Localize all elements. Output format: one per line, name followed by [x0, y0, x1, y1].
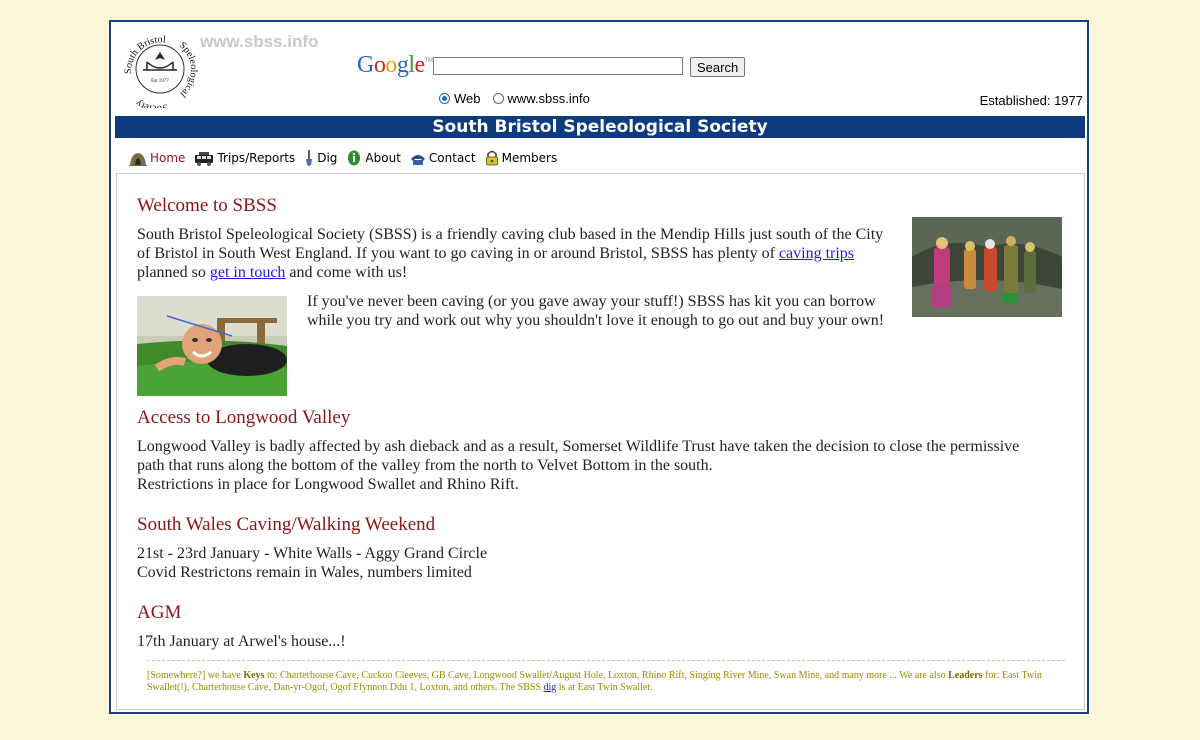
nav-dig-label: Dig	[317, 151, 338, 165]
padlock-icon	[485, 150, 498, 166]
nav-about-label: About	[365, 151, 401, 165]
radio-web[interactable]	[439, 93, 450, 104]
nav-members-label: Members	[501, 151, 558, 165]
google-logo: GoogleTM	[357, 52, 433, 78]
nav-home-label: Home	[150, 151, 186, 165]
welcome-heading: Welcome to SBSS	[137, 195, 277, 216]
longwood-line-2: Restrictions in place for Longwood Swall…	[137, 476, 519, 493]
svg-text:Speleological: Speleological	[177, 40, 199, 100]
footer-keys-label: Keys	[243, 670, 265, 681]
cavers-photo-image	[912, 217, 1062, 317]
nav-dig[interactable]: Dig	[304, 150, 337, 166]
agm-text: 17th January at Arwel's house...!	[137, 633, 346, 650]
nav-contact-label: Contact	[428, 151, 476, 165]
search-button[interactable]: Search	[690, 57, 746, 77]
site-title-banner: South Bristol Speleological Society	[115, 116, 1085, 138]
radio-site[interactable]	[492, 93, 504, 104]
info-icon	[348, 150, 361, 166]
svg-text:Society: Society	[134, 97, 169, 108]
welcome-intro: South Bristol Speleological Society (SBS…	[137, 225, 897, 282]
longwood-line-1: Longwood Valley is badly affected by ash…	[137, 438, 1020, 474]
shovel-icon	[306, 150, 313, 166]
welcome-intro-text-c: and come with us!	[285, 264, 408, 281]
nav-about[interactable]: About	[346, 150, 401, 166]
established-text: Established: 1977	[979, 93, 1083, 108]
site-url: www.sbss.info	[200, 32, 319, 51]
main-content: Welcome to SBSS South Bristol Speleologi…	[116, 173, 1085, 710]
wales-line-2: Covid Restrictons remain in Wales, numbe…	[137, 564, 472, 581]
radio-site-label: www.sbss.info	[507, 91, 590, 106]
wales-heading: South Wales Caving/Walking Weekend	[137, 514, 436, 535]
page-frame: South Bristol Speleological Society Est …	[109, 20, 1089, 714]
phone-icon	[410, 155, 425, 165]
search-scope: Web www.sbss.info	[439, 91, 590, 106]
caver-grass-photo	[137, 296, 287, 396]
footer-suffix: is at East Twin Swallet.	[556, 682, 653, 693]
wales-text: 21st - 23rd January - White Walls - Aggy…	[137, 544, 1047, 582]
welcome-intro-text-a: South Bristol Speleological Society (SBS…	[137, 226, 884, 262]
agm-heading: AGM	[137, 602, 182, 623]
nav-trips[interactable]: Trips/Reports	[194, 150, 295, 166]
get-in-touch-link[interactable]: get in touch	[210, 264, 286, 281]
footer-dig-link[interactable]: dig	[544, 682, 557, 693]
svg-text:Est 1977: Est 1977	[151, 79, 169, 84]
footer-leaders-label: Leaders	[948, 670, 983, 681]
nav-contact[interactable]: Contact	[410, 150, 476, 166]
welcome-kit-text: If you've never been caving (or you gave…	[307, 293, 885, 329]
minibus-icon	[195, 152, 214, 166]
nav-trips-label: Trips/Reports	[217, 151, 296, 165]
caver-photo-image	[137, 296, 287, 396]
radio-web-label: Web	[454, 91, 481, 106]
footer-keys-text: to: Charterhouse Cave, Cuckoo Cleeves, G…	[264, 670, 949, 681]
longwood-heading: Access to Longwood Valley	[137, 407, 351, 428]
cave-icon	[129, 153, 147, 166]
search-input[interactable]	[433, 57, 683, 75]
longwood-text: Longwood Valley is badly affected by ash…	[137, 437, 1047, 494]
caving-trips-link[interactable]: caving trips	[779, 245, 854, 262]
welcome-intro-text-b: planned so	[137, 264, 210, 281]
nav-members[interactable]: Members	[485, 150, 558, 166]
cavers-group-photo	[912, 217, 1062, 317]
nav-home[interactable]: Home	[129, 150, 185, 166]
wales-line-1: 21st - 23rd January - White Walls - Aggy…	[137, 545, 488, 562]
main-nav: Home Trips/Reports Dig About Contact Mem…	[129, 150, 566, 166]
keys-leaders-footer: [Somewhere?] we have Keys to: Charterhou…	[147, 660, 1065, 694]
footer-prefix: [Somewhere?] we have	[147, 670, 244, 681]
sbss-logo[interactable]: South Bristol Speleological Society Est …	[121, 30, 199, 108]
